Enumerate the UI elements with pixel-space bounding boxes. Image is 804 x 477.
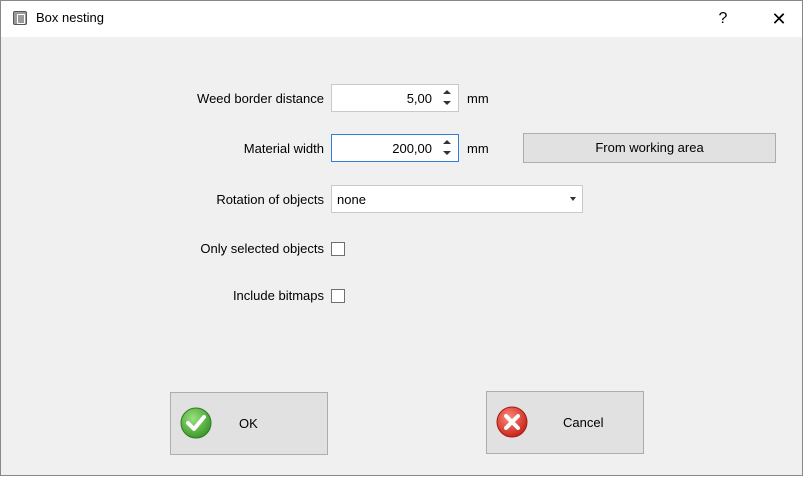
rotation-value: none [337,192,366,207]
weed-border-label: Weed border distance [197,91,324,106]
cancel-icon [496,406,528,438]
close-button[interactable]: ✕ [767,7,791,31]
cancel-label: Cancel [563,415,604,430]
spin-arrows-icon[interactable] [441,88,453,108]
weed-border-value: 5,00 [406,91,432,106]
rotation-label: Rotation of objects [216,192,324,207]
material-width-unit: mm [467,141,489,156]
app-icon [13,11,27,25]
include-bitmaps-checkbox[interactable] [331,289,345,303]
material-width-value: 200,00 [392,141,432,156]
spin-up-icon[interactable] [443,140,451,144]
rotation-select[interactable]: none [331,185,583,213]
chevron-down-icon [570,197,576,201]
check-icon [180,407,212,439]
material-width-label: Material width [243,141,324,156]
include-bitmaps-label: Include bitmaps [232,288,324,303]
material-width-spinbox[interactable]: 200,00 [331,134,459,162]
weed-border-spinbox[interactable]: 5,00 [331,84,459,112]
only-selected-checkbox[interactable] [331,242,345,256]
window-title: Box nesting [36,10,104,25]
spin-arrows-icon[interactable] [441,138,453,158]
spin-down-icon[interactable] [443,151,451,155]
cancel-button[interactable]: Cancel [486,391,644,454]
from-working-area-button[interactable]: From working area [523,133,776,163]
spin-up-icon[interactable] [443,90,451,94]
ok-button[interactable]: OK [170,392,328,455]
spin-down-icon[interactable] [443,101,451,105]
box-nesting-dialog: Box nesting ? ✕ Weed border distance 5,0… [0,0,803,476]
ok-label: OK [239,416,258,431]
only-selected-label: Only selected objects [200,241,324,256]
title-bar: Box nesting ? ✕ [1,1,802,37]
help-button[interactable]: ? [711,7,735,31]
weed-border-unit: mm [467,91,489,106]
